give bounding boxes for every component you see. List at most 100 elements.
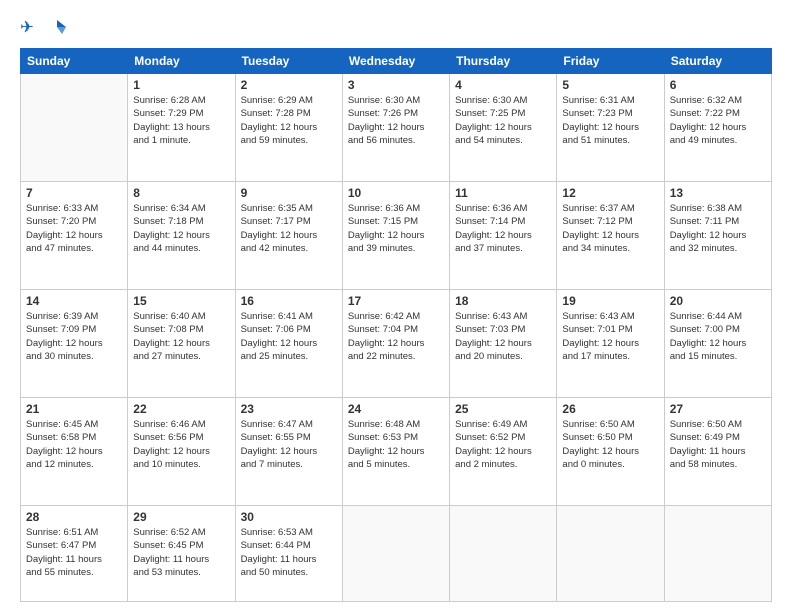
calendar-cell: 29 Sunrise: 6:52 AM Sunset: 6:45 PM Dayli… [128, 506, 235, 602]
calendar-cell: 1 Sunrise: 6:28 AM Sunset: 7:29 PM Daylig… [128, 74, 235, 182]
day-number: 8 [133, 186, 229, 200]
calendar-cell: 19Sunrise: 6:43 AM Sunset: 7:01 PM Dayli… [557, 290, 664, 398]
calendar-header-monday: Monday [128, 49, 235, 74]
day-number: 20 [670, 294, 766, 308]
calendar-header-friday: Friday [557, 49, 664, 74]
day-number: 11 [455, 186, 551, 200]
day-number: 12 [562, 186, 658, 200]
calendar-header-saturday: Saturday [664, 49, 771, 74]
calendar-cell: 8 Sunrise: 6:34 AM Sunset: 7:18 PM Daylig… [128, 182, 235, 290]
calendar-cell: 22 Sunrise: 6:46 AM Sunset: 6:56 PM Dayli… [128, 398, 235, 506]
calendar-header-sunday: Sunday [21, 49, 128, 74]
calendar-header-tuesday: Tuesday [235, 49, 342, 74]
day-info: Sunrise: 6:51 AM Sunset: 6:47 PM Dayligh… [26, 526, 122, 579]
calendar-week-3: 14 Sunrise: 6:39 AM Sunset: 7:09 PM Dayli… [21, 290, 772, 398]
calendar-cell: 30 Sunrise: 6:53 AM Sunset: 6:44 PM Dayli… [235, 506, 342, 602]
calendar-cell: 13Sunrise: 6:38 AM Sunset: 7:11 PM Dayli… [664, 182, 771, 290]
day-number: 23 [241, 402, 337, 416]
day-info: Sunrise: 6:49 AM Sunset: 6:52 PM Dayligh… [455, 418, 551, 471]
day-info: Sunrise: 6:36 AM Sunset: 7:15 PM Dayligh… [348, 202, 444, 255]
day-number: 26 [562, 402, 658, 416]
calendar-cell: 7Sunrise: 6:33 AM Sunset: 7:20 PM Daylig… [21, 182, 128, 290]
day-number: 3 [348, 78, 444, 92]
day-info: Sunrise: 6:37 AM Sunset: 7:12 PM Dayligh… [562, 202, 658, 255]
day-info: Sunrise: 6:41 AM Sunset: 7:06 PM Dayligh… [241, 310, 337, 363]
day-info: Sunrise: 6:44 AM Sunset: 7:00 PM Dayligh… [670, 310, 766, 363]
calendar-cell: 3 Sunrise: 6:30 AM Sunset: 7:26 PM Daylig… [342, 74, 449, 182]
calendar-cell: 17 Sunrise: 6:42 AM Sunset: 7:04 PM Dayli… [342, 290, 449, 398]
day-info: Sunrise: 6:28 AM Sunset: 7:29 PM Dayligh… [133, 94, 229, 147]
calendar-week-4: 21Sunrise: 6:45 AM Sunset: 6:58 PM Dayli… [21, 398, 772, 506]
day-number: 19 [562, 294, 658, 308]
day-info: Sunrise: 6:53 AM Sunset: 6:44 PM Dayligh… [241, 526, 337, 579]
day-number: 14 [26, 294, 122, 308]
day-info: Sunrise: 6:46 AM Sunset: 6:56 PM Dayligh… [133, 418, 229, 471]
calendar-week-2: 7Sunrise: 6:33 AM Sunset: 7:20 PM Daylig… [21, 182, 772, 290]
calendar-cell: 5 Sunrise: 6:31 AM Sunset: 7:23 PM Daylig… [557, 74, 664, 182]
day-info: Sunrise: 6:52 AM Sunset: 6:45 PM Dayligh… [133, 526, 229, 579]
calendar-cell [21, 74, 128, 182]
svg-text:✈: ✈ [20, 19, 34, 37]
logo-bird-icon [48, 18, 66, 36]
calendar-cell [664, 506, 771, 602]
day-number: 1 [133, 78, 229, 92]
day-info: Sunrise: 6:50 AM Sunset: 6:49 PM Dayligh… [670, 418, 766, 471]
day-number: 5 [562, 78, 658, 92]
day-number: 22 [133, 402, 229, 416]
day-info: Sunrise: 6:35 AM Sunset: 7:17 PM Dayligh… [241, 202, 337, 255]
calendar-cell: 23 Sunrise: 6:47 AM Sunset: 6:55 PM Dayli… [235, 398, 342, 506]
day-number: 10 [348, 186, 444, 200]
day-number: 30 [241, 510, 337, 524]
day-number: 13 [670, 186, 766, 200]
calendar-header-row: SundayMondayTuesdayWednesdayThursdayFrid… [21, 49, 772, 74]
header: ✈ [20, 16, 772, 38]
calendar-week-5: 28Sunrise: 6:51 AM Sunset: 6:47 PM Dayli… [21, 506, 772, 602]
calendar: SundayMondayTuesdayWednesdayThursdayFrid… [20, 48, 772, 602]
day-info: Sunrise: 6:30 AM Sunset: 7:26 PM Dayligh… [348, 94, 444, 147]
day-number: 6 [670, 78, 766, 92]
day-info: Sunrise: 6:43 AM Sunset: 7:03 PM Dayligh… [455, 310, 551, 363]
calendar-week-1: 1 Sunrise: 6:28 AM Sunset: 7:29 PM Daylig… [21, 74, 772, 182]
calendar-cell: 21Sunrise: 6:45 AM Sunset: 6:58 PM Dayli… [21, 398, 128, 506]
day-info: Sunrise: 6:50 AM Sunset: 6:50 PM Dayligh… [562, 418, 658, 471]
calendar-cell [450, 506, 557, 602]
calendar-cell: 18 Sunrise: 6:43 AM Sunset: 7:03 PM Dayli… [450, 290, 557, 398]
day-number: 2 [241, 78, 337, 92]
day-number: 16 [241, 294, 337, 308]
day-info: Sunrise: 6:47 AM Sunset: 6:55 PM Dayligh… [241, 418, 337, 471]
day-info: Sunrise: 6:48 AM Sunset: 6:53 PM Dayligh… [348, 418, 444, 471]
logo-icon: ✈ [20, 16, 42, 38]
calendar-cell: 11 Sunrise: 6:36 AM Sunset: 7:14 PM Dayli… [450, 182, 557, 290]
calendar-cell: 12 Sunrise: 6:37 AM Sunset: 7:12 PM Dayli… [557, 182, 664, 290]
day-info: Sunrise: 6:34 AM Sunset: 7:18 PM Dayligh… [133, 202, 229, 255]
day-number: 4 [455, 78, 551, 92]
calendar-cell: 27Sunrise: 6:50 AM Sunset: 6:49 PM Dayli… [664, 398, 771, 506]
calendar-cell: 26 Sunrise: 6:50 AM Sunset: 6:50 PM Dayli… [557, 398, 664, 506]
day-number: 7 [26, 186, 122, 200]
calendar-cell: 14 Sunrise: 6:39 AM Sunset: 7:09 PM Dayli… [21, 290, 128, 398]
day-info: Sunrise: 6:30 AM Sunset: 7:25 PM Dayligh… [455, 94, 551, 147]
day-info: Sunrise: 6:31 AM Sunset: 7:23 PM Dayligh… [562, 94, 658, 147]
calendar-cell: 6Sunrise: 6:32 AM Sunset: 7:22 PM Daylig… [664, 74, 771, 182]
day-info: Sunrise: 6:40 AM Sunset: 7:08 PM Dayligh… [133, 310, 229, 363]
calendar-cell: 15 Sunrise: 6:40 AM Sunset: 7:08 PM Dayli… [128, 290, 235, 398]
calendar-cell: 24 Sunrise: 6:48 AM Sunset: 6:53 PM Dayli… [342, 398, 449, 506]
calendar-cell: 16 Sunrise: 6:41 AM Sunset: 7:06 PM Dayli… [235, 290, 342, 398]
day-number: 24 [348, 402, 444, 416]
day-info: Sunrise: 6:39 AM Sunset: 7:09 PM Dayligh… [26, 310, 122, 363]
day-number: 25 [455, 402, 551, 416]
calendar-header-thursday: Thursday [450, 49, 557, 74]
day-number: 15 [133, 294, 229, 308]
calendar-cell: 10 Sunrise: 6:36 AM Sunset: 7:15 PM Dayli… [342, 182, 449, 290]
day-info: Sunrise: 6:42 AM Sunset: 7:04 PM Dayligh… [348, 310, 444, 363]
logo: ✈ [20, 16, 66, 38]
day-number: 18 [455, 294, 551, 308]
calendar-cell [342, 506, 449, 602]
day-info: Sunrise: 6:29 AM Sunset: 7:28 PM Dayligh… [241, 94, 337, 147]
day-info: Sunrise: 6:36 AM Sunset: 7:14 PM Dayligh… [455, 202, 551, 255]
calendar-cell: 20 Sunrise: 6:44 AM Sunset: 7:00 PM Dayli… [664, 290, 771, 398]
day-number: 17 [348, 294, 444, 308]
day-number: 29 [133, 510, 229, 524]
calendar-header-wednesday: Wednesday [342, 49, 449, 74]
calendar-cell: 4 Sunrise: 6:30 AM Sunset: 7:25 PM Daylig… [450, 74, 557, 182]
